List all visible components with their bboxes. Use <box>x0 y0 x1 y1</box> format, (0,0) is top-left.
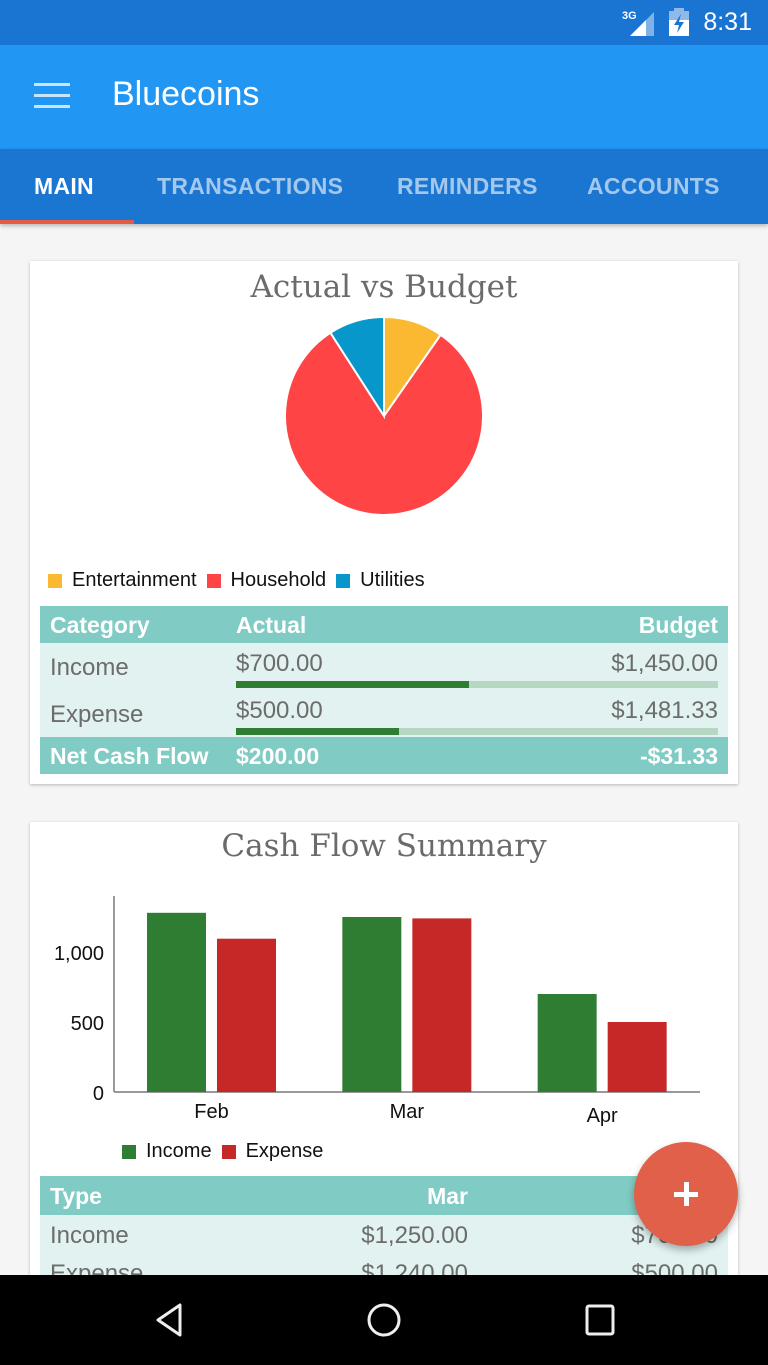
tab-bar: MAIN TRANSACTIONS REMINDERS ACCOUNTS <box>0 149 768 224</box>
row-category: Income <box>50 654 129 681</box>
bar-income-mar[interactable] <box>342 917 402 1092</box>
row-category: Expense <box>50 701 144 728</box>
bar-income-feb[interactable] <box>147 912 206 1092</box>
bar-expense-apr[interactable] <box>607 1022 667 1092</box>
budget-table: Category Actual Budget Income $700.00 $1… <box>40 606 728 774</box>
legend-swatch <box>122 1144 136 1159</box>
add-transaction-fab[interactable] <box>634 1142 738 1246</box>
bar-expense-feb[interactable] <box>217 938 276 1092</box>
header-category: Category <box>50 612 150 638</box>
legend-item-income: Income <box>122 1140 212 1163</box>
app-title: Bluecoins <box>112 75 260 113</box>
tab-main[interactable]: MAIN <box>34 173 94 200</box>
progress-fill <box>236 728 399 735</box>
table-row[interactable]: Income $700.00 $1,450.00 <box>40 643 728 690</box>
x-tick-label: Mar <box>390 1101 425 1123</box>
legend-item-household: Household <box>206 569 326 592</box>
legend-swatch <box>336 573 351 588</box>
table-row[interactable]: Expense $500.00 $1,481.33 <box>40 690 728 737</box>
table-footer: Net Cash Flow $200.00 -$31.33 <box>40 737 728 774</box>
legend-item-expense: Expense <box>221 1140 323 1163</box>
tab-reminders[interactable]: REMINDERS <box>397 173 538 200</box>
legend-item-utilities: Utilities <box>336 569 425 592</box>
legend-swatch <box>221 1144 236 1159</box>
legend-swatch <box>48 573 62 588</box>
tab-accounts[interactable]: ACCOUNTS <box>587 173 720 200</box>
card-title: Actual vs Budget <box>250 269 518 305</box>
status-bar: 3G 8:31 <box>0 0 768 45</box>
legend-swatch <box>206 573 221 588</box>
x-tick-label: Apr <box>587 1105 618 1127</box>
footer-actual: $200.00 <box>236 743 320 769</box>
battery-icon <box>669 8 689 36</box>
signal-icon: 3G <box>622 10 654 36</box>
cash-flow-table: Type Mar Apr Income $1,250.00 $700.00 Ex… <box>40 1176 728 1295</box>
footer-budget: -$31.33 <box>639 743 718 769</box>
header-actual: Actual <box>236 612 307 638</box>
footer-label: Net Cash Flow <box>50 743 209 769</box>
app-bar: Bluecoins <box>0 45 768 149</box>
back-icon[interactable] <box>150 1300 190 1340</box>
clock: 8:31 <box>703 8 752 36</box>
bar-expense-mar[interactable] <box>412 918 472 1092</box>
network-type: 3G <box>622 10 637 22</box>
tab-transactions[interactable]: TRANSACTIONS <box>157 173 343 200</box>
card-title: Cash Flow Summary <box>221 828 547 864</box>
actual-vs-budget-card[interactable]: Actual vs Budget Entertainment Household… <box>30 261 738 784</box>
bar-chart[interactable]: 0 500 1,000 Feb Mar Apr <box>30 882 738 1132</box>
bar-legend: Income Expense <box>122 1140 333 1163</box>
y-tick-label: 500 <box>71 1013 104 1035</box>
table-header: Category Actual Budget <box>40 606 728 643</box>
table-row[interactable]: Income $1,250.00 $700.00 <box>40 1215 728 1255</box>
header-type: Type <box>50 1183 102 1209</box>
legend-item-entertainment: Entertainment <box>48 569 197 592</box>
system-nav-bar <box>0 1275 768 1365</box>
row-actual: $500.00 <box>236 697 323 724</box>
cash-flow-summary-card[interactable]: Cash Flow Summary 0 500 1,000 Feb Mar Apr Inc… <box>30 822 738 1295</box>
income-progress-bar <box>236 681 718 688</box>
row-budget: $1,481.33 <box>611 697 718 724</box>
table-header: Type Mar Apr <box>40 1176 728 1215</box>
home-icon[interactable] <box>364 1300 404 1340</box>
bar-income-apr[interactable] <box>537 994 597 1092</box>
header-budget: Budget <box>638 612 718 638</box>
expense-progress-bar <box>236 728 718 735</box>
row-mar: $1,250.00 <box>361 1222 468 1249</box>
pie-legend: Entertainment Household Utilities <box>48 569 435 592</box>
table-body: Income $700.00 $1,450.00 Expense $500.00… <box>40 643 728 737</box>
x-tick-label: Feb <box>194 1101 228 1123</box>
progress-fill <box>236 681 469 688</box>
row-actual: $700.00 <box>236 650 323 677</box>
y-tick-label: 1,000 <box>54 943 104 965</box>
hamburger-menu-icon[interactable] <box>34 83 70 109</box>
header-mar: Mar <box>427 1183 468 1209</box>
pie-chart[interactable] <box>284 316 484 516</box>
active-tab-indicator <box>0 220 134 224</box>
row-type: Income <box>50 1222 129 1249</box>
row-budget: $1,450.00 <box>611 650 718 677</box>
y-tick-label: 0 <box>93 1083 104 1105</box>
recents-icon[interactable] <box>580 1300 620 1340</box>
